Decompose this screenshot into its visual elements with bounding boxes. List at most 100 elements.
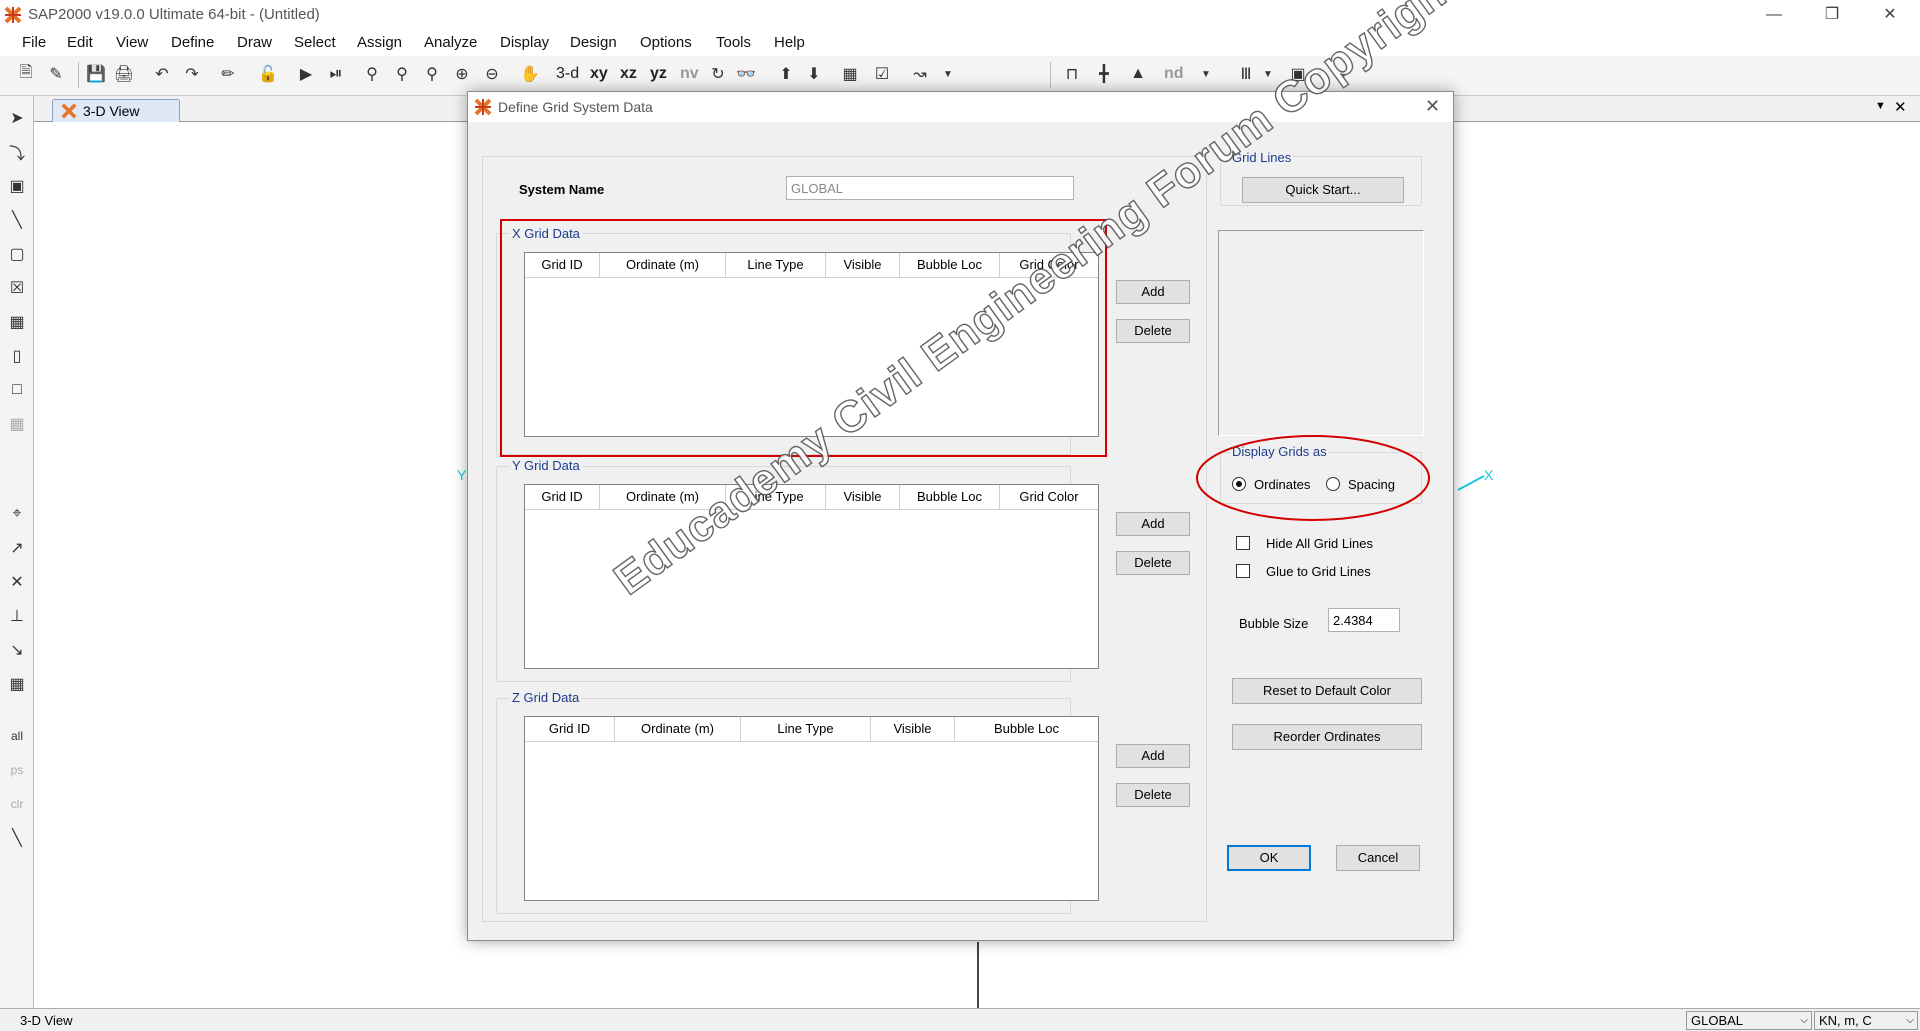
lock-icon[interactable]: 🔓 — [256, 62, 280, 86]
save-icon[interactable]: 💾 — [84, 62, 108, 86]
z-grid-delete-button[interactable]: Delete — [1116, 783, 1190, 807]
column-header[interactable]: Visible — [871, 717, 955, 742]
snap-ends-icon[interactable]: ↗ — [5, 536, 29, 560]
zoom-full-icon[interactable]: ⚲ — [390, 62, 414, 86]
zoom-previous-icon[interactable]: ⚲ — [420, 62, 444, 86]
dialog-close-icon[interactable]: ✕ — [1425, 96, 1440, 117]
run-now-icon[interactable]: ⏯ — [324, 62, 348, 86]
dropdown-arrow-icon[interactable]: ▼ — [1194, 62, 1218, 86]
print-icon[interactable]: 🖨 — [112, 62, 136, 86]
menu-edit[interactable]: Edit — [67, 34, 93, 51]
set-display-icon[interactable]: ▦ — [838, 62, 862, 86]
menu-analyze[interactable]: Analyze — [424, 34, 477, 51]
reshape-icon[interactable]: ⤵ — [5, 140, 29, 164]
rotate-view-icon[interactable]: ↻ — [706, 62, 730, 86]
quick-beam-icon[interactable]: ▦ — [5, 310, 29, 334]
menu-options[interactable]: Options — [640, 34, 692, 51]
draw-frame-icon[interactable]: ╲ — [5, 208, 29, 232]
snap-points-icon[interactable]: ⌖ — [5, 502, 29, 526]
hide-grid-lines-checkbox[interactable] — [1236, 536, 1250, 550]
draw-joint-icon[interactable]: ▣ — [5, 174, 29, 198]
quick-area-icon[interactable]: ▦ — [5, 412, 29, 436]
clear-selection-icon[interactable]: clr — [5, 792, 29, 816]
perspective-icon[interactable]: 👓 — [734, 62, 758, 86]
quick-start-button[interactable]: Quick Start... — [1242, 177, 1404, 203]
close-window-button[interactable]: ✕ — [1870, 4, 1910, 28]
reorder-ordinates-button[interactable]: Reorder Ordinates — [1232, 724, 1422, 750]
menu-file[interactable]: File — [22, 34, 46, 51]
bubble-size-input[interactable] — [1328, 608, 1400, 632]
reset-default-color-button[interactable]: Reset to Default Color — [1232, 678, 1422, 704]
column-header[interactable]: Grid ID — [525, 485, 600, 510]
view-xy-button[interactable]: xy — [590, 65, 608, 83]
template-icon[interactable]: ✎ — [44, 62, 68, 86]
y-grid-delete-button[interactable]: Delete — [1116, 551, 1190, 575]
column-header[interactable]: Grid ID — [525, 717, 615, 742]
previous-selection-icon[interactable]: ps — [5, 758, 29, 782]
section-icon[interactable]: Ⅲ — [1234, 62, 1258, 86]
view-nd-button[interactable]: nd — [1164, 65, 1184, 83]
restore-button[interactable]: ❐ — [1812, 4, 1852, 28]
close-view-icon[interactable]: ✕ — [1894, 98, 1907, 116]
quick-brace-icon[interactable]: ☒ — [5, 276, 29, 300]
dropdown-arrow-icon[interactable]: ▼ — [936, 62, 960, 86]
coord-system-select[interactable]: GLOBAL ⌵ — [1686, 1011, 1812, 1030]
tab-3d-view[interactable]: 3-D View — [52, 99, 180, 123]
z-grid-table[interactable]: Grid ID Ordinate (m) Line Type Visible B… — [524, 716, 1099, 901]
column-header[interactable]: Bubble Loc — [955, 717, 1098, 742]
show-checkbox-icon[interactable]: ☑ — [870, 62, 894, 86]
system-name-input[interactable] — [786, 176, 1074, 200]
y-grid-add-button[interactable]: Add — [1116, 512, 1190, 536]
redo-icon[interactable]: ↷ — [180, 62, 204, 86]
snap-intersection-icon[interactable]: ✕ — [5, 570, 29, 594]
zoom-in-icon[interactable]: ⊕ — [450, 62, 474, 86]
quick-frame-icon[interactable]: ▢ — [5, 242, 29, 266]
x-grid-add-button[interactable]: Add — [1116, 280, 1190, 304]
move-down-icon[interactable]: ⬇ — [802, 62, 826, 86]
tab-dropdown-icon[interactable]: ▼ — [1875, 100, 1886, 112]
undo-icon[interactable]: ↶ — [150, 62, 174, 86]
view-nv-button[interactable]: nv — [680, 65, 699, 83]
view-yz-button[interactable]: yz — [650, 65, 667, 83]
menu-select[interactable]: Select — [294, 34, 336, 51]
cancel-button[interactable]: Cancel — [1336, 845, 1420, 871]
truss-icon[interactable]: ▲ — [1126, 62, 1150, 86]
draw-rect-area-icon[interactable]: □ — [5, 378, 29, 402]
minimize-button[interactable]: — — [1754, 4, 1794, 28]
menu-display[interactable]: Display — [500, 34, 549, 51]
bracing-icon[interactable]: ╋ — [1092, 62, 1116, 86]
draw-poly-area-icon[interactable]: ▯ — [5, 344, 29, 368]
menu-draw[interactable]: Draw — [237, 34, 272, 51]
deformed-shape-icon[interactable]: ↝ — [908, 62, 932, 86]
units-select[interactable]: KN, m, C ⌵ — [1814, 1011, 1918, 1030]
zoom-out-icon[interactable]: ⊖ — [480, 62, 504, 86]
pointer-icon[interactable]: ➤ — [5, 106, 29, 130]
select-all-icon[interactable]: all — [5, 724, 29, 748]
refresh-window-icon[interactable]: ✏ — [216, 62, 240, 86]
column-header[interactable]: Grid Color — [1000, 485, 1098, 510]
menu-tools[interactable]: Tools — [716, 34, 751, 51]
menu-assign[interactable]: Assign — [357, 34, 402, 51]
frame-icon[interactable]: ⊓ — [1060, 62, 1084, 86]
snap-grid-icon[interactable]: ▦ — [5, 672, 29, 696]
z-grid-add-button[interactable]: Add — [1116, 744, 1190, 768]
column-header[interactable]: Line Type — [741, 717, 871, 742]
glue-grid-lines-checkbox[interactable] — [1236, 564, 1250, 578]
menu-view[interactable]: View — [116, 34, 148, 51]
snap-lines-icon[interactable]: ↘ — [5, 638, 29, 662]
column-header[interactable]: Ordinate (m) — [615, 717, 741, 742]
column-header[interactable]: Visible — [826, 485, 900, 510]
menu-design[interactable]: Design — [570, 34, 617, 51]
ok-button[interactable]: OK — [1227, 845, 1311, 871]
view-3d-button[interactable]: 3-d — [556, 65, 579, 83]
zoom-window-icon[interactable]: ⚲ — [360, 62, 384, 86]
y-grid-table[interactable]: Grid ID Ordinate (m) Line Type Visible B… — [524, 484, 1099, 669]
menu-define[interactable]: Define — [171, 34, 214, 51]
new-model-icon[interactable]: 🗎 — [14, 62, 38, 86]
move-up-icon[interactable]: ⬆ — [774, 62, 798, 86]
menu-help[interactable]: Help — [774, 34, 805, 51]
snap-perpendicular-icon[interactable]: ⊥ — [5, 604, 29, 628]
x-grid-delete-button[interactable]: Delete — [1116, 319, 1190, 343]
column-header[interactable]: Bubble Loc — [900, 485, 1000, 510]
view-xz-button[interactable]: xz — [620, 65, 637, 83]
